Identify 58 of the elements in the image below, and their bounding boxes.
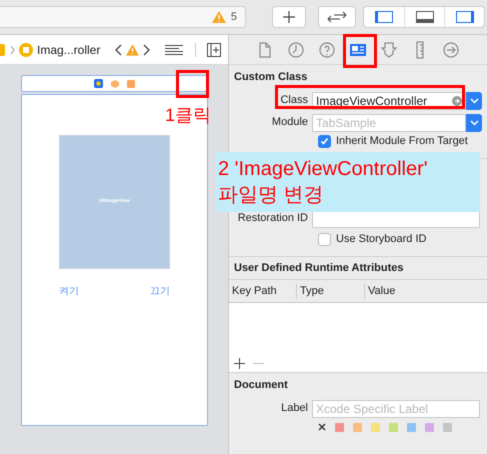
checkbox[interactable] [318,134,331,148]
swap-arrows-icon [327,11,347,23]
panel-layout-icon [375,11,393,23]
chevron-left-icon[interactable] [114,44,122,56]
checkmark-icon [320,136,329,146]
field-label: Class [279,93,309,108]
field-label: Label [280,401,309,416]
dropdown-button[interactable] [466,92,482,110]
color-label-swatch[interactable] [371,422,380,432]
checkbox-label: Use Storyboard ID [336,232,426,246]
color-label-swatch[interactable] [335,422,344,432]
color-label-swatch[interactable] [407,422,416,432]
arrow-circle-icon [442,40,460,58]
highlight-frame [176,70,209,98]
view-controller-icon [19,42,33,56]
arrow-circle-icon[interactable] [452,96,462,106]
section-title: Custom Class [234,70,308,85]
plus-icon[interactable] [234,358,245,369]
section-title: User Defined Runtime Attributes [234,260,405,276]
annotation-text: 파일명 변경 [218,183,325,208]
panel-layout-icon [456,11,474,23]
add-editor-icon[interactable] [207,42,222,56]
highlight-frame [343,34,377,68]
close-icon[interactable] [318,423,326,431]
chevron-down-icon [470,120,478,126]
storyboard-icon [0,42,6,56]
field-label: Module [270,115,309,130]
chevron-right-icon [10,44,15,54]
color-label-swatch[interactable] [353,422,362,432]
checkbox-label: Inherit Module From Target [336,134,468,148]
lines-icon[interactable] [165,44,184,54]
help-icon [318,40,336,58]
jump-bar-item[interactable]: Imag...roller [37,40,100,58]
color-label-swatch[interactable] [443,422,452,432]
clock-icon [287,40,305,58]
plus-icon [283,11,295,23]
color-label-swatch[interactable] [389,422,398,432]
shield-icon [380,40,398,58]
exit-icon[interactable] [127,80,135,88]
field-label: Restoration ID [236,211,309,226]
dropdown-button[interactable] [466,114,482,132]
cube-icon[interactable] [111,80,119,88]
panel-layout-icon [416,11,434,23]
color-label-swatch[interactable] [425,422,434,432]
view-controller-icon[interactable] [94,79,103,88]
annotation-text: 1클릭 [165,106,212,124]
column-header[interactable]: Key Path [229,284,296,298]
warning-count: 5 [230,10,237,25]
annotation-text: 2 'ImageViewController' [218,157,429,182]
column-header[interactable]: Value [364,284,487,298]
column-header[interactable]: Type [296,284,364,298]
checkbox[interactable] [318,232,331,246]
add-button[interactable] [272,6,306,28]
warning-icon [212,11,226,23]
swap-button[interactable] [318,6,356,28]
section-title: Document [234,378,289,393]
chevron-down-icon [470,98,478,104]
chevron-right-icon[interactable] [143,44,152,56]
